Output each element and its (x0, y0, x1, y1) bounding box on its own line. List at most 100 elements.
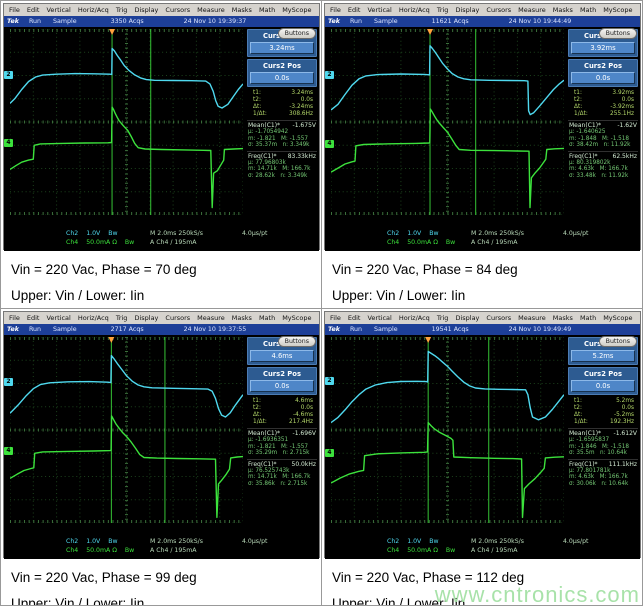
menu-item-display[interactable]: Display (455, 6, 479, 14)
curs1-value[interactable]: 4.6ms (250, 350, 314, 362)
curs1-value[interactable]: 3.24ms (250, 42, 314, 54)
oscilloscope-screenshot: File Edit Vertical Horiz/Acq Trig Display Curs… (3, 3, 320, 250)
menu-item-measure[interactable]: Measure (197, 6, 225, 14)
menu-item-file[interactable]: File (9, 6, 20, 14)
buttons-button[interactable]: Buttons (278, 28, 316, 39)
menu-item-utilities[interactable]: Utilities (639, 6, 640, 14)
graticule (331, 337, 564, 523)
scope-statusbar: Tek Run Sample 19541 Acqs 24 Nov 10 19:4… (325, 324, 640, 335)
menu-item-masks[interactable]: Masks (232, 6, 252, 14)
menu-item-cursors[interactable]: Cursors (165, 314, 190, 322)
menu-item-measure[interactable]: Measure (518, 6, 546, 14)
acquisition-mode: Sample (374, 326, 398, 333)
menu-item-cursors[interactable]: Cursors (165, 6, 190, 14)
menu-item-horizacq[interactable]: Horiz/Acq (399, 6, 430, 14)
menu-item-math[interactable]: Math (259, 314, 275, 322)
menu-item-math[interactable]: Math (580, 6, 596, 14)
menu-item-trig[interactable]: Trig (116, 6, 128, 14)
buttons-button[interactable]: Buttons (599, 28, 637, 39)
menu-item-edit[interactable]: Edit (27, 6, 40, 14)
cursor-readout-label: t1: (574, 398, 582, 405)
ch4-scale: 50.0mA Ω (86, 238, 117, 247)
freq-stat-line: m: 4.63k M: 166.7k (568, 474, 638, 481)
cursor-readout-row: 1/Δt:192.3Hz (574, 419, 634, 426)
menu-item-vertical[interactable]: Vertical (46, 314, 70, 322)
mean-title: Mean(C1)* (248, 430, 280, 437)
caption: Vin = 220 Vac, Phase = 99 deg Upper: Vin… (1, 560, 321, 605)
menu-item-cursors[interactable]: Cursors (486, 6, 511, 14)
cursor-panel: Curs1 Pos 4.6ms Curs2 Pos 0.0s t1:4.6mst… (245, 335, 319, 535)
curs1-value[interactable]: 3.92ms (571, 42, 635, 54)
curs2-value[interactable]: 0.0s (250, 72, 314, 84)
menu-item-file[interactable]: File (9, 314, 20, 322)
freq-value: 111.1kHz (609, 461, 637, 468)
curs2-value[interactable]: 0.0s (571, 72, 635, 84)
menu-item-myscope[interactable]: MyScope (282, 6, 311, 14)
curs1-value[interactable]: 5.2ms (571, 350, 635, 362)
menu-item-horizacq[interactable]: Horiz/Acq (78, 6, 109, 14)
menu-item-utilities[interactable]: Utilities (318, 6, 319, 14)
acquisition-count: 3350 Acqs (111, 18, 144, 25)
mean-measurement: Mean(C1)* -1.612V μ: -1.6595837m: -1.846… (568, 428, 638, 457)
cursor-readout-row: Δt:-3.24ms (253, 104, 313, 111)
menu-item-myscope[interactable]: MyScope (603, 6, 632, 14)
menu-item-vertical[interactable]: Vertical (46, 6, 70, 14)
datetime: 24 Nov 10 19:44:49 (509, 18, 572, 25)
menu-item-trig[interactable]: Trig (116, 314, 128, 322)
mean-stats: μ: -1.7054942m: -1.821 M: -1.557σ: 35.37… (247, 129, 317, 149)
menu-item-edit[interactable]: Edit (348, 6, 361, 14)
menu-item-file[interactable]: File (330, 314, 341, 322)
buttons-button[interactable]: Buttons (599, 336, 637, 347)
menu-item-math[interactable]: Math (259, 6, 275, 14)
menu-item-horizacq[interactable]: Horiz/Acq (399, 314, 430, 322)
menu-item-utilities[interactable]: Utilities (318, 314, 319, 322)
menu-item-myscope[interactable]: MyScope (603, 314, 632, 322)
run-status: Run (350, 326, 362, 333)
cursor-readout-value: -4.6ms (293, 412, 313, 419)
ch4-bandwidth: Bw (446, 546, 455, 555)
menu-item-display[interactable]: Display (134, 6, 158, 14)
menu-item-measure[interactable]: Measure (197, 314, 225, 322)
menu-item-trig[interactable]: Trig (437, 314, 449, 322)
menu-item-measure[interactable]: Measure (518, 314, 546, 322)
menu-item-edit[interactable]: Edit (27, 314, 40, 322)
cursor-readout-value: 5.2ms (616, 398, 634, 405)
menu-item-myscope[interactable]: MyScope (282, 314, 311, 322)
menu-item-masks[interactable]: Masks (553, 6, 573, 14)
menu-item-masks[interactable]: Masks (553, 314, 573, 322)
menu-item-display[interactable]: Display (455, 314, 479, 322)
menu-item-file[interactable]: File (330, 6, 341, 14)
curs2-value[interactable]: 0.0s (250, 380, 314, 392)
freq-value: 83.33kHz (288, 153, 316, 160)
caption-line2: Upper: Vin / Lower: Iin (11, 288, 321, 303)
scope-menubar: File Edit Vertical Horiz/Acq Trig Display Curs… (325, 312, 640, 324)
freq-title: Freq(C1)* (248, 153, 277, 160)
menu-item-display[interactable]: Display (134, 314, 158, 322)
menu-item-vertical[interactable]: Vertical (367, 314, 391, 322)
curs2-value[interactable]: 0.0s (571, 380, 635, 392)
cursor-readout-row: 1/Δt:308.6Hz (253, 111, 313, 118)
run-status: Run (350, 18, 362, 25)
menu-item-trig[interactable]: Trig (437, 6, 449, 14)
run-status: Run (29, 18, 41, 25)
menu-item-masks[interactable]: Masks (232, 314, 252, 322)
menu-item-utilities[interactable]: Utilities (639, 314, 640, 322)
timebase-readout: M 2.0ms 250kS/s (471, 537, 563, 546)
cursor-readout-label: t1: (253, 398, 261, 405)
freq-stats: μ: 77.801781km: 4.63k M: 166.7kσ: 30.06k… (568, 468, 638, 488)
buttons-button[interactable]: Buttons (278, 336, 316, 347)
ch4-position-marker: 4 (4, 447, 13, 455)
curs2-box: Curs2 Pos 0.0s (247, 59, 317, 87)
menu-item-math[interactable]: Math (580, 314, 596, 322)
freq-stat-line: σ: 35.86k n: 2.715k (247, 481, 317, 488)
menu-item-edit[interactable]: Edit (348, 314, 361, 322)
quadrant-cell: File Edit Vertical Horiz/Acq Trig Display Curs… (322, 309, 642, 605)
menu-item-horizacq[interactable]: Horiz/Acq (78, 314, 109, 322)
cursor-readout-row: t1:3.92ms (574, 90, 634, 97)
sample-rate-readout: 4.0µs/pt (242, 229, 267, 238)
menu-item-vertical[interactable]: Vertical (367, 6, 391, 14)
cursor-readout-value: 4.6ms (295, 398, 313, 405)
cursor-panel: Curs1 Pos 3.92ms Curs2 Pos 0.0s t1:3.92m… (566, 27, 640, 227)
cursor-readout-row: Δt:-3.92ms (574, 104, 634, 111)
menu-item-cursors[interactable]: Cursors (486, 314, 511, 322)
